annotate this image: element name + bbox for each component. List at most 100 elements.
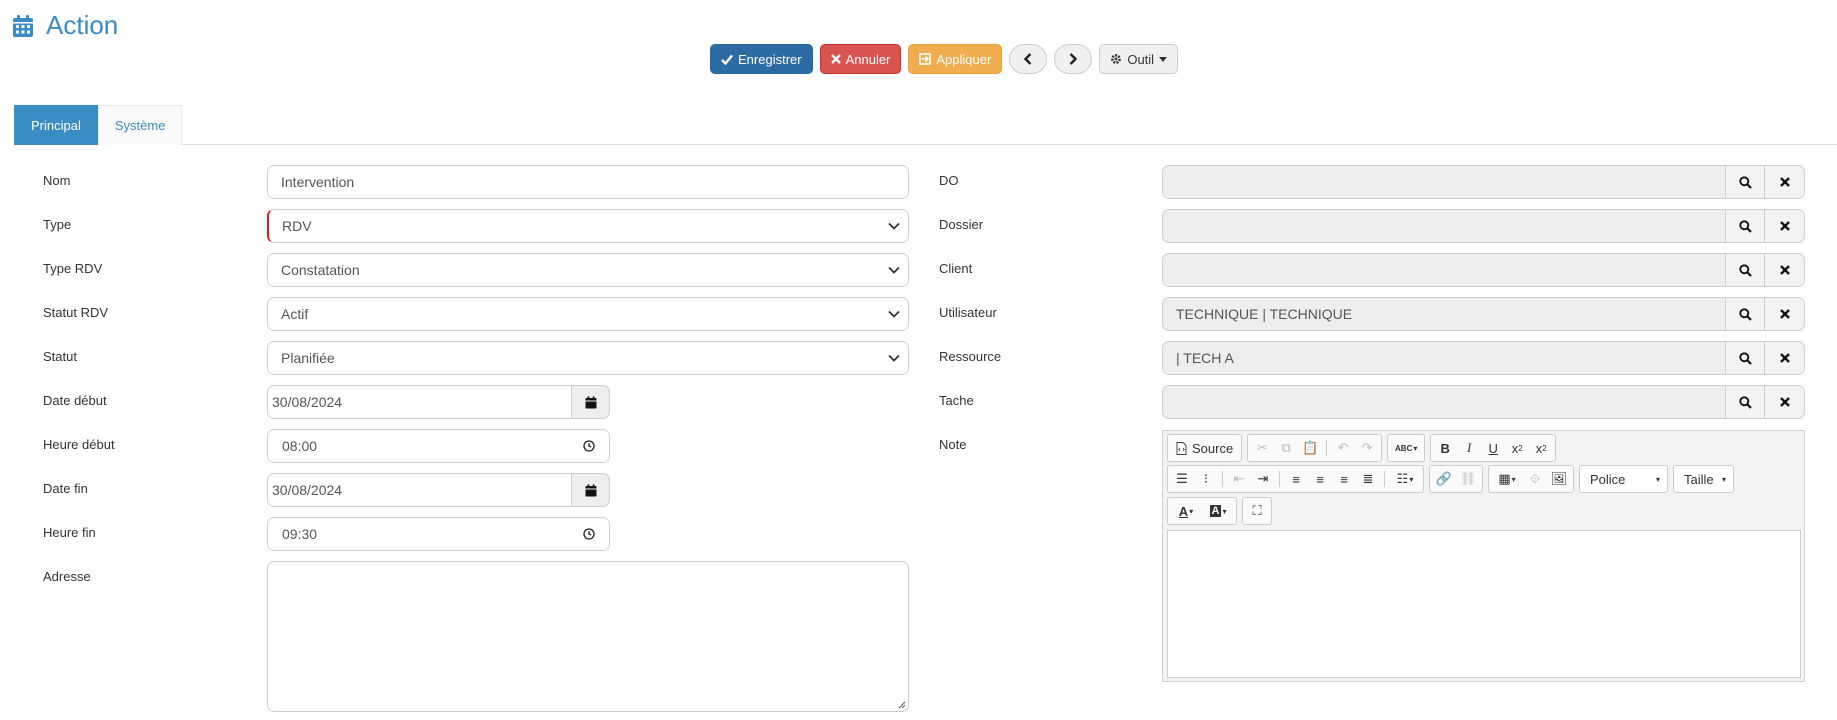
maximize-icon[interactable]: ⛶ — [1246, 500, 1268, 522]
align-left-icon[interactable]: ≡ — [1285, 468, 1307, 490]
ressource-search-button[interactable] — [1726, 341, 1765, 375]
image-icon[interactable]: 🖼 — [1548, 468, 1570, 490]
unlink-icon[interactable]: ⛓ — [1457, 468, 1479, 490]
client-clear-button[interactable] — [1765, 253, 1805, 287]
utilisateur-label: Utilisateur — [939, 305, 997, 320]
dossier-clear-button[interactable] — [1765, 209, 1805, 243]
close-icon — [830, 54, 841, 64]
note-editor: Source ✂ ⧉ 📋 ↶ ↷ ABC ▾ B I U x2 x2 ☰ ⁝ ⇤ … — [1162, 430, 1805, 682]
tool-dropdown-button[interactable]: Outil — [1099, 44, 1179, 74]
font-family-select[interactable]: Police ▾ — [1579, 465, 1668, 493]
source-button[interactable]: Source — [1171, 441, 1238, 456]
spellcheck-icon[interactable]: ABC ▾ — [1391, 437, 1421, 459]
statut-rdv-select[interactable]: Actif — [267, 297, 909, 331]
clock-icon — [583, 528, 595, 540]
type-select[interactable]: RDV — [267, 209, 909, 243]
subscript-icon[interactable]: x2 — [1506, 437, 1528, 459]
close-icon — [1779, 309, 1790, 319]
apply-button[interactable]: Appliquer — [908, 44, 1003, 74]
iframe-icon[interactable]: ⟐ — [1524, 468, 1546, 490]
close-icon — [1779, 265, 1790, 275]
date-debut-calendar-button[interactable] — [572, 385, 610, 419]
table-icon[interactable]: ▦ ▾ — [1492, 468, 1522, 490]
block-format-icon[interactable]: ☷ ▾ — [1390, 468, 1420, 490]
client-lookup — [1162, 253, 1805, 287]
ressource-label: Ressource — [939, 349, 1002, 364]
tache-search-button[interactable] — [1726, 385, 1765, 419]
statut-select[interactable]: Planifiée — [267, 341, 909, 375]
align-right-icon[interactable]: ≡ — [1333, 468, 1355, 490]
heure-fin-label: Heure fin — [43, 525, 96, 540]
background-color-icon[interactable]: A ▾ — [1203, 500, 1233, 522]
dossier-input[interactable] — [1162, 209, 1726, 243]
undo-icon[interactable]: ↶ — [1332, 437, 1354, 459]
search-icon — [1738, 395, 1752, 409]
italic-icon[interactable]: I — [1458, 437, 1480, 459]
source-label: Source — [1192, 440, 1234, 456]
page-title: Action — [46, 10, 119, 40]
client-search-button[interactable] — [1726, 253, 1765, 287]
editor-content-area[interactable] — [1167, 530, 1801, 678]
indent-icon[interactable]: ⇥ — [1252, 468, 1274, 490]
previous-button[interactable] — [1009, 44, 1048, 74]
heure-debut-label: Heure début — [43, 437, 115, 452]
nom-input[interactable]: Intervention — [267, 165, 909, 199]
date-fin-input[interactable]: 30/08/2024 — [267, 473, 572, 507]
utilisateur-search-button[interactable] — [1726, 297, 1765, 331]
type-value: RDV — [282, 218, 312, 234]
resize-handle-icon[interactable] — [898, 701, 906, 709]
note-label: Note — [939, 437, 967, 452]
ressource-input[interactable]: | TECH A — [1162, 341, 1726, 375]
statut-label: Statut — [43, 349, 77, 364]
dossier-search-button[interactable] — [1726, 209, 1765, 243]
font-size-select[interactable]: Taille ▾ — [1673, 465, 1734, 493]
underline-icon[interactable]: U — [1482, 437, 1504, 459]
clock-icon — [583, 440, 595, 452]
date-debut-input[interactable]: 30/08/2024 — [267, 385, 572, 419]
text-color-icon[interactable]: A ▾ — [1171, 500, 1201, 522]
utilisateur-lookup: TECHNIQUE | TECHNIQUE — [1162, 297, 1805, 331]
paste-icon[interactable]: 📋 — [1299, 437, 1321, 459]
tache-clear-button[interactable] — [1765, 385, 1805, 419]
tab-principal[interactable]: Principal — [14, 105, 98, 145]
ressource-value: | TECH A — [1176, 350, 1234, 366]
type-rdv-select[interactable]: Constatation — [267, 253, 909, 287]
link-icon[interactable]: 🔗 — [1433, 468, 1455, 490]
bulleted-list-icon[interactable]: ⁝ — [1195, 468, 1217, 490]
justify-icon[interactable]: ≣ — [1357, 468, 1379, 490]
redo-icon[interactable]: ↷ — [1356, 437, 1378, 459]
ressource-clear-button[interactable] — [1765, 341, 1805, 375]
close-icon — [1779, 397, 1790, 407]
cancel-button[interactable]: Annuler — [819, 44, 902, 74]
font-size-label: Taille — [1684, 471, 1714, 487]
heure-fin-input[interactable]: 09:30 — [267, 517, 610, 551]
chevron-down-icon — [888, 354, 900, 362]
do-clear-button[interactable] — [1765, 165, 1805, 199]
do-search-button[interactable] — [1726, 165, 1765, 199]
utilisateur-input[interactable]: TECHNIQUE | TECHNIQUE — [1162, 297, 1726, 331]
utilisateur-clear-button[interactable] — [1765, 297, 1805, 331]
align-center-icon[interactable]: ≡ — [1309, 468, 1331, 490]
toolbar-separator — [1279, 471, 1280, 487]
outdent-icon[interactable]: ⇤ — [1228, 468, 1250, 490]
heure-debut-input[interactable]: 08:00 — [267, 429, 610, 463]
next-button[interactable] — [1054, 44, 1093, 74]
adresse-textarea[interactable] — [267, 561, 909, 712]
apply-icon — [919, 53, 932, 65]
do-input[interactable] — [1162, 165, 1726, 199]
save-button[interactable]: Enregistrer — [710, 44, 813, 74]
numbered-list-icon[interactable]: ☰ — [1171, 468, 1193, 490]
editor-insert-group: ▦ ▾ ⟐ 🖼 — [1488, 465, 1574, 493]
bold-icon[interactable]: B — [1434, 437, 1456, 459]
cut-icon[interactable]: ✂ — [1251, 437, 1273, 459]
heure-fin-value: 09:30 — [282, 526, 318, 542]
copy-icon[interactable]: ⧉ — [1275, 437, 1297, 459]
date-fin-calendar-button[interactable] — [572, 473, 610, 507]
tab-systeme[interactable]: Système — [97, 105, 183, 145]
client-input[interactable] — [1162, 253, 1726, 287]
tache-input[interactable] — [1162, 385, 1726, 419]
editor-paragraph-group: ☰ ⁝ ⇤ ⇥ ≡ ≡ ≡ ≣ ☷ ▾ — [1167, 465, 1424, 493]
type-rdv-value: Constatation — [281, 262, 360, 278]
editor-maximize-group: ⛶ — [1242, 497, 1272, 525]
superscript-icon[interactable]: x2 — [1530, 437, 1552, 459]
